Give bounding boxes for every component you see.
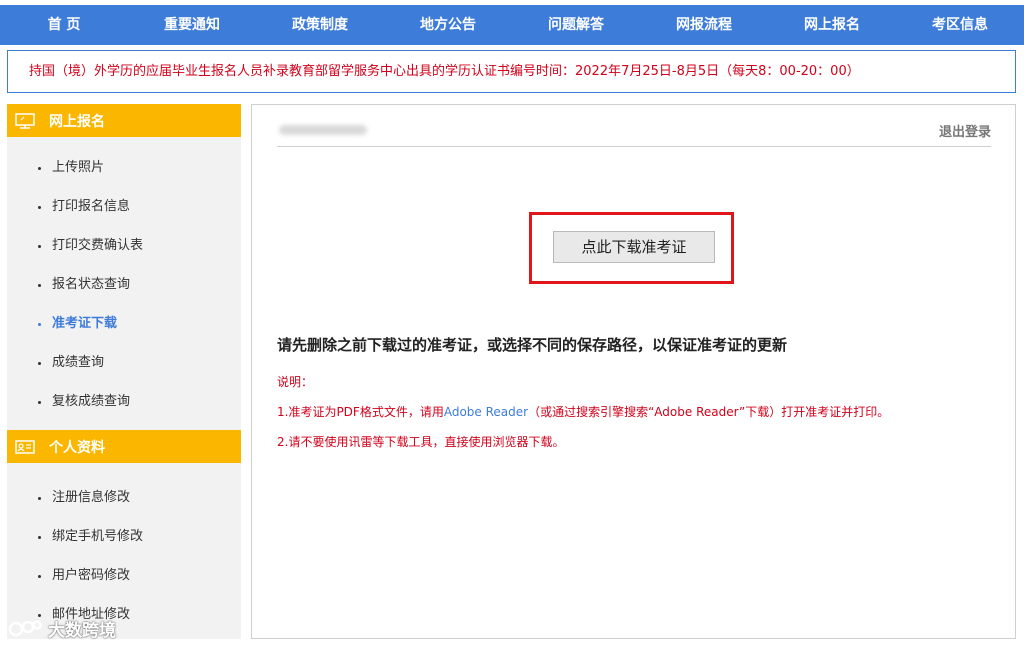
monitor-icon <box>15 112 35 129</box>
nav-important-notice[interactable]: 重要通知 <box>128 5 256 45</box>
top-nav: 首 页 重要通知 政策制度 地方公告 问题解答 网报流程 网上报名 考区信息 <box>0 5 1024 45</box>
note1-text-after: （或通过搜索引擎搜索“Adobe Reader”下载）打开准考证并打印。 <box>528 405 890 419</box>
bullet <box>38 284 41 287</box>
bullet <box>38 497 41 500</box>
sidebar-item-print-registration[interactable]: 打印报名信息 <box>7 187 241 226</box>
adobe-reader-link[interactable]: Adobe Reader <box>444 405 528 419</box>
sidebar-section-title: 个人资料 <box>49 439 105 456</box>
sidebar-item-label: 复核成绩查询 <box>52 394 131 409</box>
update-warning: 请先删除之前下载过的准考证，或选择不同的保存路径，以保证准考证的更新 <box>277 336 788 354</box>
bullet <box>38 245 41 248</box>
id-card-icon <box>15 439 35 455</box>
sidebar-section-title: 网上报名 <box>49 113 105 130</box>
main-panel: 退出登录 点此下载准考证 请先删除之前下载过的准考证，或选择不同的保存路径，以保… <box>251 104 1016 639</box>
bullet <box>38 536 41 539</box>
sidebar-item-label: 打印交费确认表 <box>52 238 144 253</box>
nav-exam-area-info[interactable]: 考区信息 <box>896 5 1024 45</box>
sidebar-item-label: 注册信息修改 <box>52 490 131 505</box>
nav-policy[interactable]: 政策制度 <box>256 5 384 45</box>
sidebar-item-label: 报名状态查询 <box>52 277 131 292</box>
sidebar-item-label: 用户密码修改 <box>52 568 131 583</box>
bullet <box>38 206 41 209</box>
sidebar-item-edit-password[interactable]: 用户密码修改 <box>7 556 241 595</box>
sidebar-item-upload-photo[interactable]: 上传照片 <box>7 148 241 187</box>
note-pdf-instruction: 1.准考证为PDF格式文件，请用Adobe Reader（或通过搜索引擎搜索“A… <box>277 403 889 420</box>
bullet <box>38 323 41 326</box>
download-admission-ticket-button[interactable]: 点此下载准考证 <box>553 231 715 263</box>
sidebar-item-label: 绑定手机号修改 <box>52 529 144 544</box>
bullet <box>38 167 41 170</box>
sidebar-item-score-query[interactable]: 成绩查询 <box>7 343 241 382</box>
sidebar-item-label: 成绩查询 <box>52 355 105 370</box>
sidebar-section-online-registration: 网上报名 <box>7 104 241 137</box>
logout-link[interactable]: 退出登录 <box>939 121 991 140</box>
nav-home[interactable]: 首 页 <box>0 5 128 45</box>
nav-registration-process[interactable]: 网报流程 <box>640 5 768 45</box>
sidebar-item-edit-registration-info[interactable]: 注册信息修改 <box>7 478 241 517</box>
watermark: 大数跨境 <box>8 616 116 641</box>
notice-banner: 持国（境）外学历的应届毕业生报名人员补录教育部留学服务中心出具的学历认证书编号时… <box>7 50 1016 93</box>
nav-faq[interactable]: 问题解答 <box>512 5 640 45</box>
sidebar-item-label: 上传照片 <box>52 160 105 175</box>
nav-local-announcements[interactable]: 地方公告 <box>384 5 512 45</box>
bullet <box>38 575 41 578</box>
sidebar-item-label: 准考证下载 <box>52 316 118 331</box>
sidebar-item-registration-status[interactable]: 报名状态查询 <box>7 265 241 304</box>
note-label: 说明： <box>277 375 314 389</box>
sidebar-item-admission-ticket-download[interactable]: 准考证下载 <box>7 304 241 343</box>
sidebar-item-label: 打印报名信息 <box>52 199 131 214</box>
sidebar-item-print-payment-confirmation[interactable]: 打印交费确认表 <box>7 226 241 265</box>
sidebar: 网上报名 上传照片 打印报名信息 打印交费确认表 报名状态查询 准考证下载 成绩… <box>7 104 241 639</box>
note1-text-before: 1.准考证为PDF格式文件，请用 <box>277 405 444 419</box>
bullet <box>38 401 41 404</box>
user-header: 退出登录 <box>277 116 991 147</box>
watermark-text: 大数跨境 <box>48 620 116 641</box>
bullet <box>38 362 41 365</box>
watermark-logo-icon <box>8 620 42 637</box>
sidebar-section-personal-info: 个人资料 <box>7 430 241 463</box>
sidebar-item-edit-phone[interactable]: 绑定手机号修改 <box>7 517 241 556</box>
note-download-tool: 2.请不要使用讯雷等下载工具，直接使用浏览器下载。 <box>277 435 565 449</box>
sidebar-item-score-review-query[interactable]: 复核成绩查询 <box>7 382 241 421</box>
nav-online-registration[interactable]: 网上报名 <box>768 5 896 45</box>
blurred-username <box>279 125 367 135</box>
